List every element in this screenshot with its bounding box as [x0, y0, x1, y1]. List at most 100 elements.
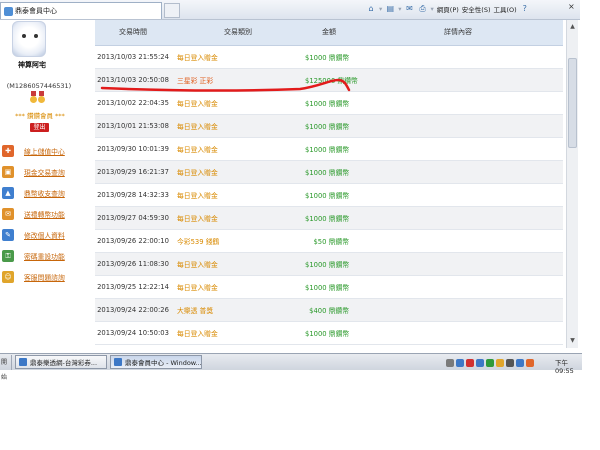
cell-type[interactable]: 每日登入贈金: [171, 91, 305, 115]
menu-safety[interactable]: 安全性(S): [462, 4, 491, 14]
power-icon[interactable]: [526, 358, 534, 367]
cell-time: 2013/10/01 21:53:08: [95, 114, 171, 138]
sidebar-item-label[interactable]: 線上儲值中心: [24, 146, 65, 156]
profile-edit-icon: ✎: [2, 229, 14, 241]
display-icon[interactable]: [516, 358, 524, 367]
cell-type[interactable]: 每日登入贈金: [171, 45, 305, 69]
browser-icon: [114, 358, 122, 366]
close-icon[interactable]: ×: [568, 2, 575, 11]
sidebar-item-coins[interactable]: ▲ 鼎幣收支查詢: [2, 187, 65, 199]
cell-detail: [353, 114, 563, 138]
user-name: 神算阿宅: [18, 61, 46, 69]
network-icon[interactable]: [476, 358, 484, 367]
cell-detail: [353, 68, 563, 92]
sidebar-item-gift[interactable]: ✉ 送禮轉幣功能: [2, 208, 65, 220]
cell-time: 2013/09/28 14:32:33: [95, 183, 171, 207]
column-header-amount: 金額: [305, 20, 353, 46]
print-icon[interactable]: ⎙: [418, 4, 428, 14]
table-row: 2013/09/29 16:21:37 每日登入贈金 $1000 鼎鑽幣: [95, 160, 563, 184]
table-row: 2013/09/28 14:32:33 每日登入贈金 $1000 鼎鑽幣: [95, 183, 563, 207]
cell-amount: $125000 鼎鑽幣: [305, 68, 358, 92]
feeds-icon[interactable]: ▤: [385, 4, 395, 14]
cell-type[interactable]: 大樂透 普獎: [171, 298, 305, 322]
cell-time: 2013/09/24 10:50:03: [95, 321, 171, 345]
sidebar-item-label[interactable]: 密碼重設功能: [24, 251, 65, 261]
sidebar-item-label[interactable]: 修改個人資料: [24, 230, 65, 240]
cell-detail: [353, 229, 563, 253]
cell-type[interactable]: 每日登入贈金: [171, 160, 305, 184]
sidebar-item-cash[interactable]: ▣ 現金交易查詢: [2, 166, 65, 178]
cell-detail: [353, 183, 563, 207]
scroll-thumb[interactable]: [568, 58, 577, 148]
antivirus-icon[interactable]: [466, 358, 474, 367]
cell-time: 2013/09/24 22:00:26: [95, 298, 171, 322]
cell-type[interactable]: 每日登入贈金: [171, 114, 305, 138]
transaction-panel: 交易時間 交易類別 金額 詳情內容 2013/10/03 21:55:24 每日登…: [95, 20, 563, 350]
cell-detail: [353, 321, 563, 345]
new-tab-button[interactable]: [164, 3, 180, 18]
help-icon[interactable]: ?: [520, 4, 530, 14]
taskbar-window-lottery[interactable]: 鼎泰樂透網-台灣彩券...: [15, 355, 107, 369]
cell-type[interactable]: 每日登入贈金: [171, 275, 305, 299]
medal-icon: [38, 91, 45, 104]
sidebar-item-password[interactable]: ⚿ 密碼重設功能: [2, 250, 65, 262]
browser-tab-title: 鼎泰會員中心: [15, 7, 57, 15]
toolbar-separator: ▾: [430, 5, 434, 13]
deposit-icon: ✚: [2, 145, 14, 157]
start-button[interactable]: 開始: [0, 354, 12, 381]
table-row: 2013/09/26 11:08:30 每日登入贈金 $1000 鼎鑽幣: [95, 252, 563, 276]
volume-icon[interactable]: [506, 358, 514, 367]
taskbar: 開始 鼎泰樂透網-台灣彩券... 鼎泰會員中心 - Window... 下午 0…: [0, 353, 582, 381]
scroll-down-icon[interactable]: ▼: [568, 336, 577, 346]
scroll-up-icon[interactable]: ▲: [568, 22, 577, 32]
taskbar-clock: 下午 09:55: [555, 359, 574, 375]
menu-tools[interactable]: 工具(O): [494, 4, 517, 14]
sidebar-item-support[interactable]: ☺ 客服問題諮詢: [2, 271, 65, 283]
medal-icon: [30, 91, 45, 104]
cell-type[interactable]: 三星彩 正彩: [171, 68, 305, 92]
taskbar-window-member[interactable]: 鼎泰會員中心 - Window...: [110, 355, 202, 369]
column-header-detail: 詳情內容: [353, 20, 563, 46]
page-favicon-icon: [4, 6, 13, 16]
sidebar-item-deposit[interactable]: ✚ 線上儲值中心: [2, 145, 65, 157]
language-icon[interactable]: [456, 358, 464, 367]
cell-type[interactable]: 今彩539 錢鶴: [171, 229, 305, 253]
cell-amount: $1000 鼎鑽幣: [305, 183, 353, 207]
mail-icon[interactable]: ✉: [405, 4, 415, 14]
vertical-scrollbar[interactable]: ▲ ▼: [566, 20, 578, 348]
table-header-row: 交易時間 交易類別 金額 詳情內容: [95, 20, 563, 46]
sidebar-item-profile[interactable]: ✎ 修改個人資料: [2, 229, 65, 241]
sidebar-item-label[interactable]: 現金交易查詢: [24, 167, 65, 177]
cell-amount: $1000 鼎鑽幣: [305, 114, 353, 138]
update-icon[interactable]: [486, 358, 494, 367]
cell-type[interactable]: 每日登入贈金: [171, 321, 305, 345]
cell-detail: [353, 137, 563, 161]
cell-type[interactable]: 每日登入贈金: [171, 183, 305, 207]
sidebar-item-label[interactable]: 送禮轉幣功能: [24, 209, 65, 219]
sidebar-item-label[interactable]: 鼎幣收支查詢: [24, 188, 65, 198]
messenger-icon[interactable]: [496, 358, 504, 367]
cell-amount: $1000 鼎鑽幣: [305, 321, 353, 345]
table-row: 2013/10/02 22:04:35 每日登入贈金 $1000 鼎鑽幣: [95, 91, 563, 115]
cell-type[interactable]: 每日登入贈金: [171, 252, 305, 276]
table-row: 2013/09/30 10:01:39 每日登入贈金 $1000 鼎鑽幣: [95, 137, 563, 161]
cell-detail: [353, 206, 563, 230]
transaction-table: 交易時間 交易類別 金額 詳情內容 2013/10/03 21:55:24 每日登…: [95, 20, 563, 345]
browser-toolbar: 鼎泰會員中心 ⌂ ▾ ▤ ▾ ✉ ⎙ ▾ 網頁(P) 安全性(S) 工具(O) …: [0, 0, 580, 20]
table-row: 2013/10/03 21:55:24 每日登入贈金 $1000 鼎鑽幣: [95, 45, 563, 69]
password-icon: ⚿: [2, 250, 14, 262]
cell-amount: $1000 鼎鑽幣: [305, 91, 353, 115]
cell-type[interactable]: 每日登入贈金: [171, 206, 305, 230]
cell-type[interactable]: 每日登入贈金: [171, 137, 305, 161]
menu-page[interactable]: 網頁(P): [437, 4, 459, 14]
member-sidebar: 神算阿宅 (M1286057446531) *** 鑽鑽會員 *** 登出 ✚ …: [0, 20, 82, 350]
cell-detail: [353, 45, 563, 69]
logout-button[interactable]: 登出: [30, 123, 49, 132]
toolbar-separator: ▾: [379, 5, 383, 13]
browser-tab[interactable]: 鼎泰會員中心: [0, 2, 162, 19]
cell-time: 2013/09/26 11:08:30: [95, 252, 171, 276]
home-icon[interactable]: ⌂: [366, 4, 376, 14]
keyboard-icon[interactable]: [446, 358, 454, 367]
sidebar-item-label[interactable]: 客服問題諮詢: [24, 272, 65, 282]
user-id: (M1286057446531): [6, 82, 72, 90]
